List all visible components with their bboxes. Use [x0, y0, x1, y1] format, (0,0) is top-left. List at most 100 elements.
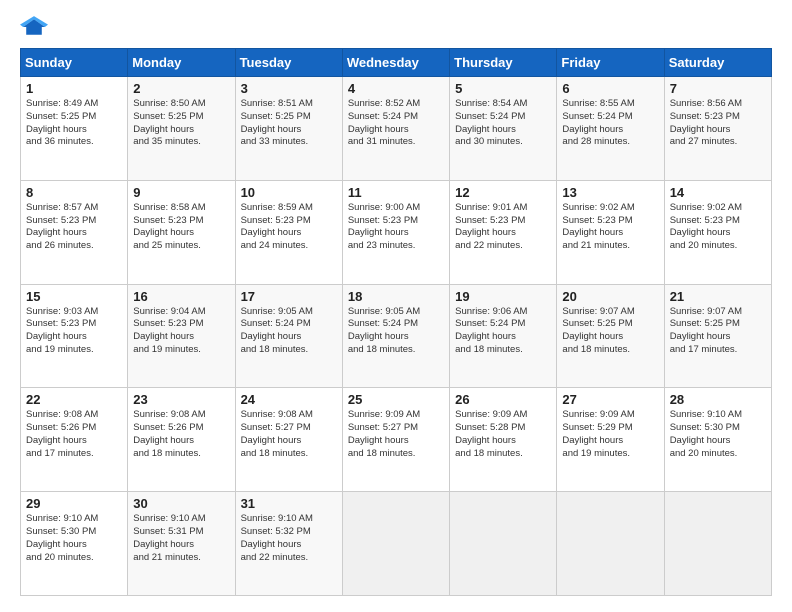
day-number: 26: [455, 392, 551, 407]
calendar-cell: 25 Sunrise: 9:09 AM Sunset: 5:27 PM Dayl…: [342, 388, 449, 492]
day-detail: Sunrise: 8:51 AM Sunset: 5:25 PM Dayligh…: [241, 98, 313, 147]
calendar-table: SundayMondayTuesdayWednesdayThursdayFrid…: [20, 48, 772, 596]
day-detail: Sunrise: 8:50 AM Sunset: 5:25 PM Dayligh…: [133, 98, 205, 147]
calendar-cell: 13 Sunrise: 9:02 AM Sunset: 5:23 PM Dayl…: [557, 180, 664, 284]
day-number: 7: [670, 81, 766, 96]
day-number: 8: [26, 185, 122, 200]
day-detail: Sunrise: 9:04 AM Sunset: 5:23 PM Dayligh…: [133, 306, 205, 355]
calendar-cell: 7 Sunrise: 8:56 AM Sunset: 5:23 PM Dayli…: [664, 77, 771, 181]
calendar-cell: 30 Sunrise: 9:10 AM Sunset: 5:31 PM Dayl…: [128, 492, 235, 596]
day-detail: Sunrise: 8:55 AM Sunset: 5:24 PM Dayligh…: [562, 98, 634, 147]
calendar-cell: 19 Sunrise: 9:06 AM Sunset: 5:24 PM Dayl…: [450, 284, 557, 388]
calendar-cell: 2 Sunrise: 8:50 AM Sunset: 5:25 PM Dayli…: [128, 77, 235, 181]
day-number: 31: [241, 496, 337, 511]
calendar-cell: 28 Sunrise: 9:10 AM Sunset: 5:30 PM Dayl…: [664, 388, 771, 492]
day-number: 22: [26, 392, 122, 407]
day-detail: Sunrise: 8:49 AM Sunset: 5:25 PM Dayligh…: [26, 98, 98, 147]
calendar-week-row: 15 Sunrise: 9:03 AM Sunset: 5:23 PM Dayl…: [21, 284, 772, 388]
day-number: 21: [670, 289, 766, 304]
day-number: 28: [670, 392, 766, 407]
calendar-cell: [450, 492, 557, 596]
day-number: 3: [241, 81, 337, 96]
day-detail: Sunrise: 9:01 AM Sunset: 5:23 PM Dayligh…: [455, 202, 527, 251]
calendar-cell: 14 Sunrise: 9:02 AM Sunset: 5:23 PM Dayl…: [664, 180, 771, 284]
calendar-cell: 4 Sunrise: 8:52 AM Sunset: 5:24 PM Dayli…: [342, 77, 449, 181]
day-detail: Sunrise: 9:09 AM Sunset: 5:27 PM Dayligh…: [348, 409, 420, 458]
day-detail: Sunrise: 9:02 AM Sunset: 5:23 PM Dayligh…: [670, 202, 742, 251]
day-detail: Sunrise: 9:10 AM Sunset: 5:30 PM Dayligh…: [670, 409, 742, 458]
calendar-cell: 15 Sunrise: 9:03 AM Sunset: 5:23 PM Dayl…: [21, 284, 128, 388]
calendar-header-saturday: Saturday: [664, 49, 771, 77]
day-number: 20: [562, 289, 658, 304]
day-number: 5: [455, 81, 551, 96]
calendar-cell: [557, 492, 664, 596]
calendar-cell: 6 Sunrise: 8:55 AM Sunset: 5:24 PM Dayli…: [557, 77, 664, 181]
calendar-cell: 12 Sunrise: 9:01 AM Sunset: 5:23 PM Dayl…: [450, 180, 557, 284]
calendar-cell: 3 Sunrise: 8:51 AM Sunset: 5:25 PM Dayli…: [235, 77, 342, 181]
calendar-header-sunday: Sunday: [21, 49, 128, 77]
day-detail: Sunrise: 9:06 AM Sunset: 5:24 PM Dayligh…: [455, 306, 527, 355]
day-number: 11: [348, 185, 444, 200]
calendar-cell: 26 Sunrise: 9:09 AM Sunset: 5:28 PM Dayl…: [450, 388, 557, 492]
day-detail: Sunrise: 9:05 AM Sunset: 5:24 PM Dayligh…: [241, 306, 313, 355]
calendar-cell: 20 Sunrise: 9:07 AM Sunset: 5:25 PM Dayl…: [557, 284, 664, 388]
day-detail: Sunrise: 9:09 AM Sunset: 5:28 PM Dayligh…: [455, 409, 527, 458]
calendar-header-friday: Friday: [557, 49, 664, 77]
calendar-cell: 18 Sunrise: 9:05 AM Sunset: 5:24 PM Dayl…: [342, 284, 449, 388]
day-number: 27: [562, 392, 658, 407]
calendar-cell: 9 Sunrise: 8:58 AM Sunset: 5:23 PM Dayli…: [128, 180, 235, 284]
day-number: 30: [133, 496, 229, 511]
day-detail: Sunrise: 9:09 AM Sunset: 5:29 PM Dayligh…: [562, 409, 634, 458]
day-number: 13: [562, 185, 658, 200]
day-detail: Sunrise: 9:02 AM Sunset: 5:23 PM Dayligh…: [562, 202, 634, 251]
calendar-cell: 24 Sunrise: 9:08 AM Sunset: 5:27 PM Dayl…: [235, 388, 342, 492]
day-detail: Sunrise: 9:10 AM Sunset: 5:32 PM Dayligh…: [241, 513, 313, 562]
day-detail: Sunrise: 8:58 AM Sunset: 5:23 PM Dayligh…: [133, 202, 205, 251]
calendar-cell: 1 Sunrise: 8:49 AM Sunset: 5:25 PM Dayli…: [21, 77, 128, 181]
header: [20, 16, 772, 38]
day-detail: Sunrise: 9:07 AM Sunset: 5:25 PM Dayligh…: [670, 306, 742, 355]
day-detail: Sunrise: 8:57 AM Sunset: 5:23 PM Dayligh…: [26, 202, 98, 251]
calendar-body: 1 Sunrise: 8:49 AM Sunset: 5:25 PM Dayli…: [21, 77, 772, 596]
day-number: 1: [26, 81, 122, 96]
day-detail: Sunrise: 9:08 AM Sunset: 5:27 PM Dayligh…: [241, 409, 313, 458]
calendar-cell: 8 Sunrise: 8:57 AM Sunset: 5:23 PM Dayli…: [21, 180, 128, 284]
calendar-header-row: SundayMondayTuesdayWednesdayThursdayFrid…: [21, 49, 772, 77]
calendar-header-monday: Monday: [128, 49, 235, 77]
day-number: 25: [348, 392, 444, 407]
calendar-cell: 22 Sunrise: 9:08 AM Sunset: 5:26 PM Dayl…: [21, 388, 128, 492]
calendar-cell: 16 Sunrise: 9:04 AM Sunset: 5:23 PM Dayl…: [128, 284, 235, 388]
calendar-cell: 10 Sunrise: 8:59 AM Sunset: 5:23 PM Dayl…: [235, 180, 342, 284]
day-number: 6: [562, 81, 658, 96]
calendar-cell: 5 Sunrise: 8:54 AM Sunset: 5:24 PM Dayli…: [450, 77, 557, 181]
day-number: 23: [133, 392, 229, 407]
page: SundayMondayTuesdayWednesdayThursdayFrid…: [0, 0, 792, 612]
calendar-cell: 27 Sunrise: 9:09 AM Sunset: 5:29 PM Dayl…: [557, 388, 664, 492]
calendar-week-row: 1 Sunrise: 8:49 AM Sunset: 5:25 PM Dayli…: [21, 77, 772, 181]
day-detail: Sunrise: 9:08 AM Sunset: 5:26 PM Dayligh…: [26, 409, 98, 458]
calendar-week-row: 29 Sunrise: 9:10 AM Sunset: 5:30 PM Dayl…: [21, 492, 772, 596]
calendar-header-wednesday: Wednesday: [342, 49, 449, 77]
calendar-cell: 11 Sunrise: 9:00 AM Sunset: 5:23 PM Dayl…: [342, 180, 449, 284]
day-detail: Sunrise: 9:05 AM Sunset: 5:24 PM Dayligh…: [348, 306, 420, 355]
day-number: 15: [26, 289, 122, 304]
day-number: 12: [455, 185, 551, 200]
logo: [20, 16, 52, 38]
calendar-week-row: 8 Sunrise: 8:57 AM Sunset: 5:23 PM Dayli…: [21, 180, 772, 284]
day-detail: Sunrise: 9:10 AM Sunset: 5:30 PM Dayligh…: [26, 513, 98, 562]
calendar-cell: 23 Sunrise: 9:08 AM Sunset: 5:26 PM Dayl…: [128, 388, 235, 492]
day-number: 18: [348, 289, 444, 304]
calendar-cell: [664, 492, 771, 596]
day-detail: Sunrise: 8:54 AM Sunset: 5:24 PM Dayligh…: [455, 98, 527, 147]
day-detail: Sunrise: 9:08 AM Sunset: 5:26 PM Dayligh…: [133, 409, 205, 458]
calendar-cell: 17 Sunrise: 9:05 AM Sunset: 5:24 PM Dayl…: [235, 284, 342, 388]
day-number: 4: [348, 81, 444, 96]
day-number: 16: [133, 289, 229, 304]
day-number: 10: [241, 185, 337, 200]
day-detail: Sunrise: 9:03 AM Sunset: 5:23 PM Dayligh…: [26, 306, 98, 355]
day-number: 19: [455, 289, 551, 304]
day-detail: Sunrise: 9:10 AM Sunset: 5:31 PM Dayligh…: [133, 513, 205, 562]
calendar-cell: 29 Sunrise: 9:10 AM Sunset: 5:30 PM Dayl…: [21, 492, 128, 596]
day-detail: Sunrise: 8:56 AM Sunset: 5:23 PM Dayligh…: [670, 98, 742, 147]
logo-icon: [20, 16, 48, 38]
